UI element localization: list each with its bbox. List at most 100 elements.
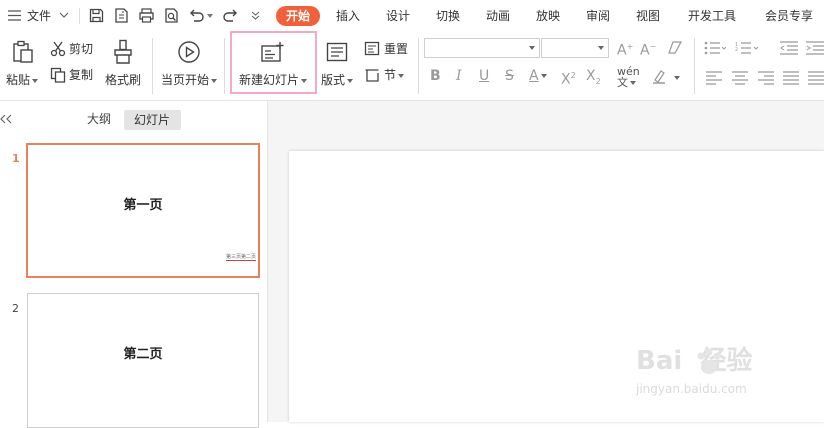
collapse-panel-icon[interactable] — [0, 114, 12, 124]
paste-icon — [13, 40, 33, 63]
clear-format-icon[interactable] — [667, 40, 684, 55]
new-slide-text: 新建幻灯片 — [239, 73, 300, 87]
cut-button[interactable]: 剪切 — [49, 40, 99, 58]
justify-icon[interactable] — [783, 71, 799, 85]
slide-footer: 第三页第二页 — [226, 254, 257, 261]
slide-panel: 大纲 幻灯片 1 第一页 第三页第二页 2 第二页 — [0, 101, 268, 428]
font-size-select[interactable] — [541, 38, 609, 58]
divider — [152, 38, 153, 94]
strikethrough-icon[interactable]: S — [505, 68, 514, 84]
tab-home-label: 开始 — [286, 9, 311, 23]
subscript-icon[interactable]: X2 — [586, 68, 601, 90]
reset-button[interactable]: 重置 — [363, 40, 413, 58]
superscript-icon[interactable]: X2 — [561, 68, 576, 88]
format-painter-icon — [114, 39, 132, 64]
tab-animations[interactable]: 动画 — [486, 8, 510, 24]
section-text: 节 — [384, 68, 397, 82]
chevron-down-icon — [32, 78, 39, 83]
chevron-down-icon — [674, 76, 680, 80]
phonetic-guide-icon[interactable]: wén 文 — [617, 66, 640, 88]
file-menu-button[interactable]: 文件 — [8, 6, 74, 26]
copy-icon — [50, 67, 66, 83]
format-painter-label: 格式刷 — [105, 73, 142, 87]
decrease-font-icon[interactable]: A− — [640, 39, 656, 59]
ribbon-toolbar: 粘贴 剪切 复制 格式刷 当页开始 新建幻灯片 版式 重置 节 A+ A− B … — [0, 31, 824, 101]
chevron-down-icon — [529, 46, 535, 50]
copy-button[interactable]: 复制 — [49, 66, 99, 84]
tab-slides[interactable]: 幻灯片 — [124, 110, 181, 130]
chevron-down-icon — [398, 73, 405, 78]
menu-bar: 文件 开始 插入 设计 切换 动画 放映 审阅 视图 开发工具 会员专享 — [0, 0, 824, 32]
print-preview-icon[interactable] — [163, 7, 180, 24]
tab-review[interactable]: 审阅 — [586, 8, 610, 24]
format-painter-button[interactable]: 格式刷 — [102, 36, 144, 90]
font-color-icon[interactable]: A — [529, 68, 547, 84]
align-left-icon[interactable] — [706, 71, 722, 85]
hamburger-icon — [8, 10, 21, 21]
align-right-icon[interactable] — [758, 71, 774, 85]
slide-title: 第二页 — [123, 347, 163, 362]
reset-icon — [364, 41, 380, 56]
new-slide-label: 新建幻灯片 — [239, 73, 308, 87]
reset-label: 重置 — [384, 42, 409, 56]
slide-thumbnail-2[interactable]: 第二页 — [27, 293, 259, 428]
divider — [418, 38, 419, 94]
tab-slides-label: 幻灯片 — [134, 113, 171, 127]
play-current-label: 当页开始 — [161, 73, 218, 87]
print-icon[interactable] — [138, 7, 155, 24]
decrease-indent-icon[interactable] — [780, 41, 798, 55]
new-slide-icon — [261, 42, 284, 62]
increase-indent-icon[interactable] — [806, 41, 824, 55]
font-name-select[interactable] — [424, 38, 540, 58]
undo-icon[interactable] — [188, 7, 205, 24]
undo-dropdown-icon[interactable] — [207, 14, 213, 18]
customize-toolbar-icon[interactable] — [251, 11, 260, 20]
divider — [79, 8, 80, 24]
file-menu-label: 文件 — [27, 9, 52, 23]
play-current-slide-button[interactable]: 当页开始 — [158, 36, 220, 90]
divider — [224, 38, 225, 94]
layout-button[interactable]: 版式 — [321, 36, 357, 90]
chevron-down-icon — [301, 78, 308, 83]
baidu-watermark: Bai 经验 jingyan.baidu.com — [636, 346, 824, 402]
paste-label: 粘贴 — [6, 73, 39, 87]
tab-view[interactable]: 视图 — [636, 8, 660, 24]
chevron-down-icon — [211, 78, 218, 83]
play-current-text: 当页开始 — [161, 73, 210, 87]
tab-member[interactable]: 会员专享 — [765, 8, 813, 24]
paste-button[interactable]: 粘贴 — [4, 36, 42, 90]
tab-developer[interactable]: 开发工具 — [688, 8, 736, 24]
chevron-down-icon — [347, 78, 354, 83]
bold-icon[interactable]: B — [430, 68, 441, 84]
paste-text: 粘贴 — [6, 73, 31, 87]
underline-icon[interactable]: U — [479, 68, 489, 84]
align-center-icon[interactable] — [732, 71, 748, 85]
new-slide-button[interactable]: 新建幻灯片 — [230, 31, 317, 94]
paw-icon — [697, 348, 721, 374]
cut-label: 剪切 — [69, 42, 94, 56]
tab-insert[interactable]: 插入 — [336, 8, 360, 24]
divider — [694, 38, 695, 94]
tab-design[interactable]: 设计 — [386, 8, 410, 24]
tab-slideshow[interactable]: 放映 — [536, 8, 560, 24]
redo-icon[interactable] — [222, 7, 239, 24]
highlight-color-icon[interactable] — [651, 69, 671, 84]
section-icon — [365, 69, 379, 82]
slide-thumbnail-1[interactable]: 第一页 第三页第二页 — [26, 143, 260, 278]
play-icon — [178, 41, 200, 63]
section-button[interactable]: 节 — [363, 66, 413, 84]
italic-icon[interactable]: I — [456, 68, 462, 84]
slide-title: 第一页 — [123, 198, 163, 213]
layout-icon — [326, 42, 348, 62]
save-icon[interactable] — [88, 7, 105, 24]
tab-transitions[interactable]: 切换 — [436, 8, 460, 24]
distributed-align-icon[interactable] — [808, 71, 824, 85]
export-pdf-icon[interactable] — [113, 7, 130, 24]
increase-font-icon[interactable]: A+ — [617, 39, 633, 59]
slide-number: 2 — [12, 302, 19, 315]
section-label: 节 — [384, 68, 405, 82]
bullet-list-icon[interactable] — [704, 41, 726, 55]
tab-outline[interactable]: 大纲 — [87, 111, 111, 127]
tab-home[interactable]: 开始 — [276, 6, 320, 26]
numbered-list-icon[interactable]: 12 — [735, 41, 759, 55]
